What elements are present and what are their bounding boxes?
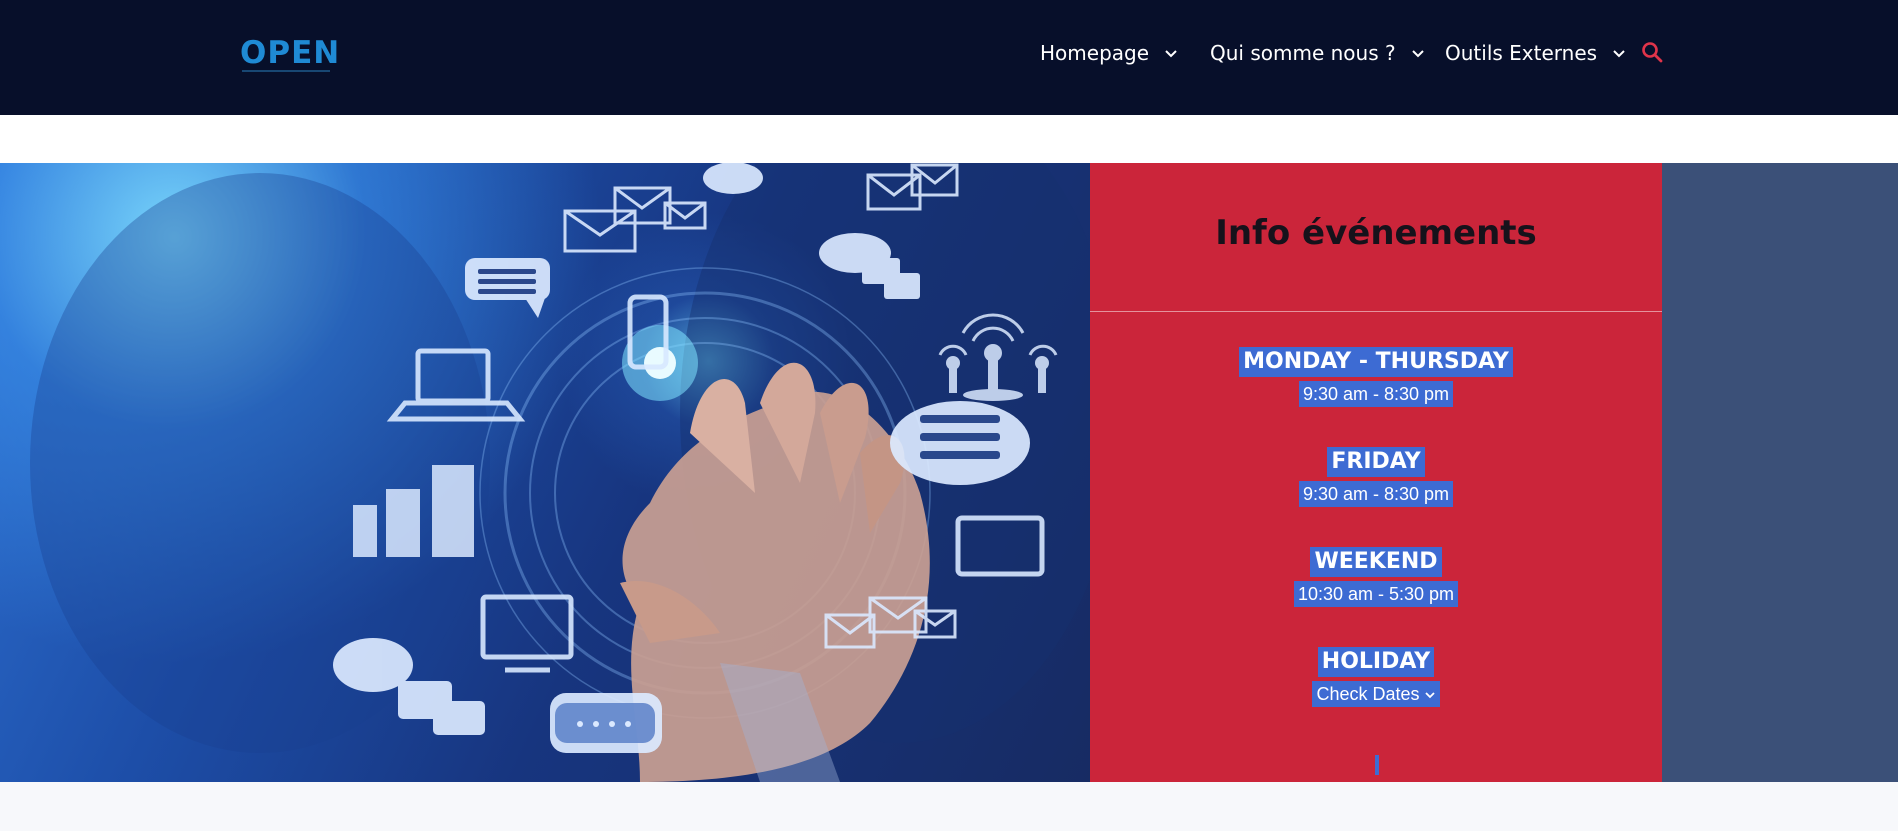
- nav-homepage[interactable]: Homepage: [1040, 40, 1179, 66]
- header-spacer: [0, 115, 1898, 163]
- hero-image: [0, 163, 1090, 782]
- check-dates-dropdown[interactable]: Check Dates: [1312, 681, 1440, 707]
- page-section-below: [0, 782, 1898, 831]
- schedule-day: WEEKEND: [1310, 547, 1442, 577]
- side-panel: [1662, 163, 1898, 782]
- chevron-down-icon: [1613, 50, 1625, 58]
- chevron-down-icon: [1165, 50, 1177, 58]
- nav-outils-externes-label: Outils Externes: [1445, 41, 1598, 65]
- schedule-hours: 9:30 am - 8:30 pm: [1298, 381, 1454, 407]
- schedule-hours: 10:30 am - 5:30 pm: [1293, 581, 1459, 607]
- schedule-item: MONDAY - THURSDAY 9:30 am - 8:30 pm: [1090, 347, 1662, 407]
- schedule-day: FRIDAY: [1327, 447, 1425, 477]
- nav-qui-somme-nous[interactable]: Qui somme nous ?: [1210, 40, 1426, 66]
- schedule-item: HOLIDAY Check Dates: [1090, 647, 1662, 707]
- divider: [1090, 311, 1662, 312]
- nav-qui-somme-nous-label: Qui somme nous ?: [1210, 41, 1396, 65]
- logo-text: OPEN: [240, 35, 341, 71]
- hero-illustration: [30, 163, 1090, 782]
- check-dates-label: Check Dates: [1316, 684, 1420, 704]
- schedule-day: HOLIDAY: [1317, 647, 1435, 677]
- nav-homepage-label: Homepage: [1040, 41, 1150, 65]
- logo-tagline-line: [242, 70, 330, 72]
- search-icon[interactable]: [1641, 41, 1663, 63]
- info-evenements-panel: Info événements MONDAY - THURSDAY 9:30 a…: [1090, 163, 1662, 782]
- site-header: OPEN Homepage Qui somme nous ? Outils Ex…: [0, 0, 1898, 115]
- schedule-item: WEEKEND 10:30 am - 5:30 pm: [1090, 547, 1662, 607]
- text-cursor: [1375, 755, 1379, 775]
- schedule-hours: 9:30 am - 8:30 pm: [1298, 481, 1454, 507]
- site-logo[interactable]: OPEN: [240, 36, 339, 78]
- info-title: Info événements: [1215, 213, 1537, 253]
- chevron-down-icon: [1424, 692, 1435, 699]
- schedule-day: MONDAY - THURSDAY: [1239, 347, 1513, 377]
- chevron-down-icon: [1411, 50, 1424, 58]
- schedule-item: FRIDAY 9:30 am - 8:30 pm: [1090, 447, 1662, 507]
- nav-outils-externes[interactable]: Outils Externes: [1445, 40, 1627, 66]
